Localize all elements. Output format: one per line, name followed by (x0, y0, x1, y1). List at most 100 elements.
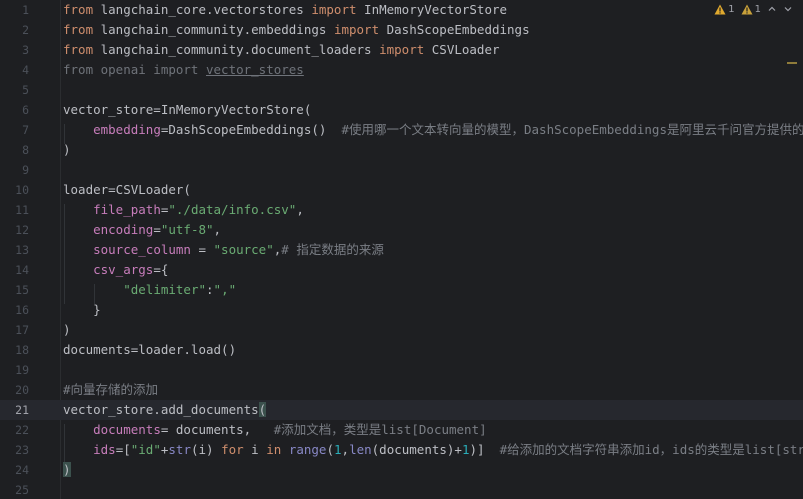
code-text[interactable]: vector_store=InMemoryVectorStore( (63, 100, 311, 120)
code-line[interactable]: 21 vector_store.add_documents( (0, 400, 803, 420)
code-line[interactable]: 19 (0, 360, 803, 380)
code-text[interactable]: from openai import vector_stores (63, 60, 304, 80)
code-text[interactable]: documents=loader.load() (63, 340, 236, 360)
code-line[interactable]: 5 (0, 80, 803, 100)
code-text[interactable]: documents= documents, #添加文档，类型是list[Docu… (63, 420, 487, 440)
code-token: str (168, 442, 191, 457)
code-token: "utf-8" (160, 222, 214, 237)
code-line[interactable]: 9 (0, 160, 803, 180)
line-number: 13 (15, 243, 29, 257)
code-token: from (63, 22, 94, 37)
code-token: = documents, (160, 422, 274, 437)
line-number: 7 (22, 123, 29, 137)
code-token: csv_args (93, 262, 154, 277)
code-token: ids (93, 442, 116, 457)
warning-icon (714, 4, 726, 14)
code-text[interactable]: ) (63, 140, 71, 160)
code-line[interactable]: 11 file_path="./data/info.csv", (0, 200, 803, 220)
code-text[interactable]: ) (63, 460, 71, 480)
code-token: : (206, 282, 214, 297)
chevron-down-icon[interactable] (783, 4, 793, 14)
line-number: 6 (22, 103, 29, 117)
code-line[interactable]: 3 from langchain_community.document_loade… (0, 40, 803, 60)
code-text[interactable]: loader=CSVLoader( (63, 180, 191, 200)
code-text[interactable]: ) (63, 320, 71, 340)
code-line[interactable]: 4 from openai import vector_stores (0, 60, 803, 80)
code-token: from (63, 42, 94, 57)
warning-indicator-b[interactable]: 1 (741, 4, 761, 15)
code-token: = (153, 222, 161, 237)
code-token: = (190, 242, 214, 257)
code-token: langchain_community.embeddings (93, 22, 334, 37)
code-token: len (349, 442, 372, 457)
code-token: , (296, 202, 304, 217)
code-token: =[ (115, 442, 131, 457)
code-text[interactable]: embedding=DashScopeEmbeddings() #使用哪一个文本… (63, 120, 803, 140)
code-line[interactable]: 15 "delimiter":"," (0, 280, 803, 300)
code-token: ) (63, 462, 71, 477)
code-token: loader=CSVLoader( (63, 182, 191, 197)
code-text[interactable]: "delimiter":"," (63, 280, 236, 300)
code-editor[interactable]: 1 from langchain_core.vectorstores import… (0, 0, 803, 499)
code-token: CSVLoader (424, 42, 500, 57)
code-line[interactable]: 16 } (0, 300, 803, 320)
weak-warning-icon (741, 4, 753, 14)
code-line[interactable]: 23 ids=["id"+str(i) for i in range(1,len… (0, 440, 803, 460)
line-number: 20 (15, 383, 29, 397)
code-line[interactable]: 22 documents= documents, #添加文档，类型是list[D… (0, 420, 803, 440)
code-line[interactable]: 7 embedding=DashScopeEmbeddings() #使用哪一个… (0, 120, 803, 140)
code-token: vector_store.add_documents (63, 402, 259, 417)
code-line[interactable]: 17) (0, 320, 803, 340)
line-number: 25 (15, 483, 29, 497)
code-token: )] (469, 442, 500, 457)
code-line[interactable]: 25 (0, 480, 803, 499)
code-token: "id" (130, 442, 161, 457)
code-line[interactable]: 6 vector_store=InMemoryVectorStore( (0, 100, 803, 120)
line-number: 3 (22, 43, 29, 57)
code-token: #给添加的文档字符串添加id，ids的类型是list[str] (499, 442, 803, 457)
code-text[interactable]: vector_store.add_documents( (63, 400, 267, 420)
code-token: , (213, 222, 222, 237)
code-line[interactable]: 13 source_column = "source",# 指定数据的来源 (0, 240, 803, 260)
code-line[interactable]: 8) (0, 140, 803, 160)
code-line[interactable]: 14 csv_args={ (0, 260, 803, 280)
code-text[interactable]: source_column = "source",# 指定数据的来源 (63, 240, 384, 260)
line-number: 19 (15, 363, 29, 377)
code-text[interactable]: from langchain_community.document_loader… (63, 40, 500, 60)
code-text[interactable]: ids=["id"+str(i) for i in range(1,len(do… (63, 440, 803, 460)
code-text[interactable]: from langchain_core.vectorstores import … (63, 0, 507, 20)
code-line[interactable]: 2 from langchain_community.embeddings imp… (0, 20, 803, 40)
code-text[interactable]: } (63, 300, 101, 320)
code-token: import (311, 2, 357, 17)
code-token: for (221, 442, 244, 457)
code-text[interactable]: #向量存储的添加 (63, 380, 158, 400)
code-line[interactable]: 10 loader=CSVLoader( (0, 180, 803, 200)
code-line[interactable]: 18 documents=loader.load() (0, 340, 803, 360)
inspection-toolbar: 1 1 (708, 0, 803, 18)
code-text[interactable]: csv_args={ (63, 260, 168, 280)
code-token: "delimiter" (123, 282, 207, 297)
chevron-up-icon[interactable] (767, 4, 777, 14)
line-number: 9 (22, 163, 29, 177)
line-number: 2 (22, 23, 29, 37)
warning-indicator-a[interactable]: 1 (714, 4, 735, 15)
code-line[interactable]: 24) (0, 460, 803, 480)
code-line[interactable]: 20 #向量存储的添加 (0, 380, 803, 400)
code-token: =DashScopeEmbeddings() (160, 122, 342, 137)
code-token: DashScopeEmbeddings (379, 22, 530, 37)
code-text[interactable]: encoding="utf-8", (63, 220, 221, 240)
code-text[interactable]: from langchain_community.embeddings impo… (63, 20, 530, 40)
code-token: documents=loader.load() (63, 342, 237, 357)
line-number: 4 (22, 63, 29, 77)
code-token: #添加文档，类型是list[Document] (273, 422, 487, 437)
scrollbar-warning-marker[interactable] (787, 62, 797, 64)
code-line[interactable]: 12 encoding="utf-8", (0, 220, 803, 240)
code-token: InMemoryVectorStore (356, 2, 508, 17)
code-line[interactable]: 1 from langchain_core.vectorstores import… (0, 0, 803, 20)
code-text[interactable]: file_path="./data/info.csv", (63, 200, 304, 220)
